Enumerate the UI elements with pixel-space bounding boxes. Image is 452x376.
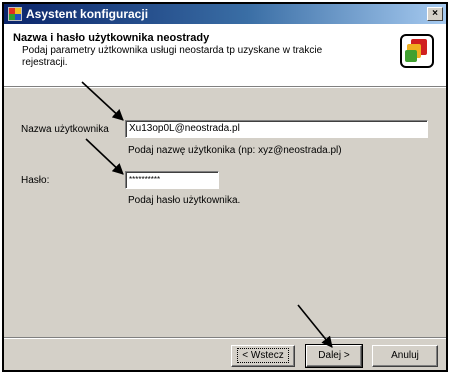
arrow-to-next: [297, 304, 333, 348]
arrow-to-username: [81, 81, 124, 121]
arrow-to-password: [85, 138, 124, 175]
annotation-arrows: [81, 81, 333, 348]
wizard-window: Asystent konfiguracji × Nazwa i hasło uż…: [2, 2, 448, 372]
